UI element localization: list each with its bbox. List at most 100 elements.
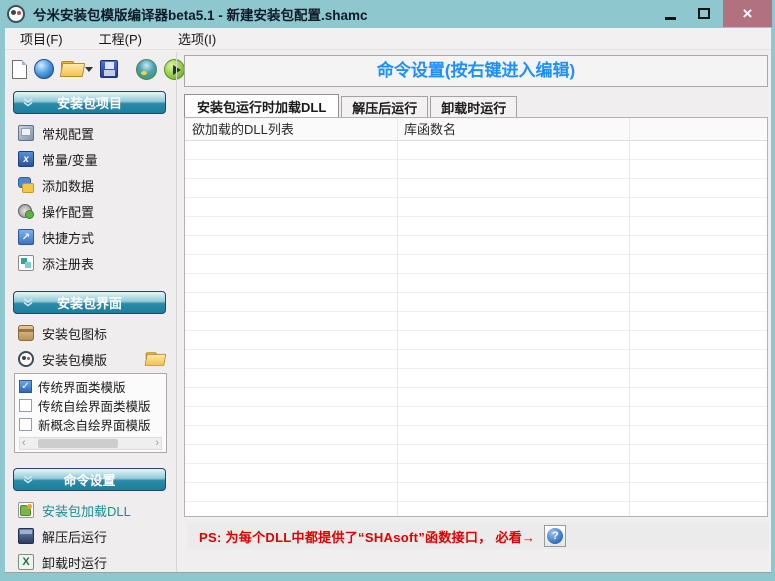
section-header-label: 安装包界面 [57, 293, 122, 312]
chevron-down-icon [23, 297, 33, 307]
checkbox-unchecked[interactable] [19, 418, 32, 431]
sidebar-item-label: 卸载时运行 [42, 553, 107, 572]
main-panel: 命令设置(按右键进入编辑) 安装包运行时加载DLL 解压后运行 卸载时运行 欲加… [176, 52, 771, 572]
new-file-icon [12, 60, 27, 79]
load-dll-icon [18, 502, 34, 518]
template-list: 传统界面类模版 传统自绘界面类模版 新概念自绘界面模版 ‹ › [14, 373, 167, 453]
sidebar-item-run-after-extract[interactable]: 解压后运行 [5, 523, 176, 549]
window-title: 兮米安装包模版编译器beta5.1 - 新建安装包配置.shamc [33, 4, 368, 24]
app-window: 兮米安装包模版编译器beta5.1 - 新建安装包配置.shamc × 项目(F… [0, 0, 775, 581]
section-header-label: 命令设置 [63, 470, 115, 489]
save-button[interactable] [100, 60, 118, 78]
general-config-icon [18, 125, 34, 141]
column-divider [629, 118, 630, 516]
open-folder-icon [61, 61, 83, 77]
sidebar-item-label: 安装包图标 [42, 324, 107, 343]
template-option-label: 传统自绘界面类模版 [38, 396, 151, 415]
dll-list-table[interactable]: 欲加载的DLL列表 库函数名 [184, 117, 768, 517]
sidebar-item-package-icon[interactable]: 安装包图标 [5, 320, 176, 346]
maximize-icon [698, 8, 710, 19]
sidebar-section-package-project: 安装包项目 常规配置 常量/变量 添加数据 操作配置 [5, 91, 176, 276]
column-divider [397, 118, 398, 516]
scroll-right-icon[interactable]: › [155, 438, 159, 449]
sidebar-item-shortcut[interactable]: 快捷方式 [5, 224, 176, 250]
sidebar-item-label: 解压后运行 [42, 527, 107, 546]
constants-variables-icon [18, 151, 34, 167]
add-data-icon [18, 177, 34, 193]
section-header-command-settings[interactable]: 命令设置 [13, 468, 166, 491]
run-after-extract-icon [18, 528, 34, 544]
toolbar [5, 50, 176, 88]
package-box-icon [18, 325, 34, 341]
sidebar-item-label: 常规配置 [42, 124, 94, 143]
template-option-classic-custom: 传统自绘界面类模版 [19, 396, 162, 415]
sidebar-item-registry[interactable]: 添注册表 [5, 250, 176, 276]
globe-button[interactable] [34, 59, 54, 79]
tab-load-dll-at-runtime[interactable]: 安装包运行时加载DLL [184, 94, 339, 117]
tab-run-on-uninstall[interactable]: 卸载时运行 [430, 96, 517, 117]
menu-options[interactable]: 选项(I) [168, 27, 226, 50]
shortcut-icon [18, 229, 34, 245]
sidebar: 安装包项目 常规配置 常量/变量 添加数据 操作配置 [5, 88, 176, 572]
section-header-label: 安装包项目 [57, 93, 122, 112]
column-header-dll-list: 欲加载的DLL列表 [185, 118, 397, 141]
titlebar: 兮米安装包模版编译器beta5.1 - 新建安装包配置.shamc × [0, 0, 775, 28]
build-icon [136, 59, 157, 80]
checkbox-checked[interactable] [19, 380, 32, 393]
sidebar-item-label: 添注册表 [42, 254, 94, 273]
close-button[interactable]: × [723, 0, 772, 27]
tab-run-after-extract[interactable]: 解压后运行 [341, 96, 428, 117]
ps-note-bar: PS: 为每个DLL中都提供了“SHAsoft”函数接口， 必看→ ? [187, 523, 769, 549]
table-header-row: 欲加载的DLL列表 库函数名 [185, 118, 767, 141]
close-icon: × [743, 4, 753, 24]
section-header-package-project[interactable]: 安装包项目 [13, 91, 166, 114]
sidebar-item-operation-config[interactable]: 操作配置 [5, 198, 176, 224]
app-logo-icon [7, 5, 25, 23]
minimize-button[interactable] [657, 0, 683, 27]
operation-config-icon [18, 203, 34, 219]
app-logo-icon [18, 351, 34, 367]
template-option-classic: 传统界面类模版 [19, 377, 162, 396]
sidebar-section-command-settings: 命令设置 安装包加载DLL 解压后运行 卸载时运行 [5, 468, 176, 575]
sidebar-item-load-dll[interactable]: 安装包加载DLL [5, 497, 176, 523]
menubar: 项目(F) 工程(P) 选项(I) [5, 28, 771, 50]
scroll-left-icon[interactable]: ‹ [22, 438, 26, 449]
registry-icon [18, 255, 34, 271]
sidebar-item-general-config[interactable]: 常规配置 [5, 120, 176, 146]
sidebar-item-label: 添加数据 [42, 176, 94, 195]
sidebar-section-package-ui: 安装包界面 安装包图标 安装包模版 传统界面类模版 [5, 291, 176, 453]
menu-project[interactable]: 项目(F) [10, 27, 73, 50]
sidebar-item-run-on-uninstall[interactable]: 卸载时运行 [5, 549, 176, 575]
template-option-new-concept: 新概念自绘界面模版 [19, 415, 162, 434]
checkbox-unchecked[interactable] [19, 399, 32, 412]
menu-engineering[interactable]: 工程(P) [89, 27, 152, 50]
minimize-icon [665, 17, 676, 20]
sidebar-item-add-data[interactable]: 添加数据 [5, 172, 176, 198]
open-folder-button[interactable] [61, 61, 93, 77]
new-file-button[interactable] [12, 60, 27, 79]
window-content: 项目(F) 工程(P) 选项(I) 安装包项目 常规配置 [5, 28, 771, 573]
run-on-uninstall-icon [18, 554, 34, 570]
page-title: 命令设置(按右键进入编辑) [184, 55, 768, 87]
sidebar-item-label: 操作配置 [42, 202, 94, 221]
help-button[interactable]: ? [544, 525, 566, 547]
table-body[interactable] [185, 141, 767, 516]
sidebar-item-package-template[interactable]: 安装包模版 [5, 346, 176, 372]
sidebar-item-constants-variables[interactable]: 常量/变量 [5, 146, 176, 172]
sidebar-item-label: 安装包模版 [42, 350, 107, 369]
horizontal-scrollbar[interactable]: ‹ › [19, 437, 162, 450]
sidebar-item-label: 安装包加载DLL [42, 501, 131, 520]
scrollbar-thumb[interactable] [38, 439, 118, 448]
template-option-label: 新概念自绘界面模版 [38, 415, 151, 434]
chevron-down-icon [85, 67, 93, 72]
chevron-down-icon [23, 474, 33, 484]
sidebar-item-label: 常量/变量 [42, 150, 98, 169]
open-folder-icon[interactable] [146, 352, 165, 366]
save-icon [100, 60, 118, 78]
globe-icon [34, 59, 54, 79]
tab-bar: 安装包运行时加载DLL 解压后运行 卸载时运行 [184, 94, 519, 117]
section-header-package-ui[interactable]: 安装包界面 [13, 291, 166, 314]
template-option-label: 传统界面类模版 [38, 377, 126, 396]
build-button[interactable] [136, 59, 157, 80]
maximize-button[interactable] [691, 0, 717, 27]
